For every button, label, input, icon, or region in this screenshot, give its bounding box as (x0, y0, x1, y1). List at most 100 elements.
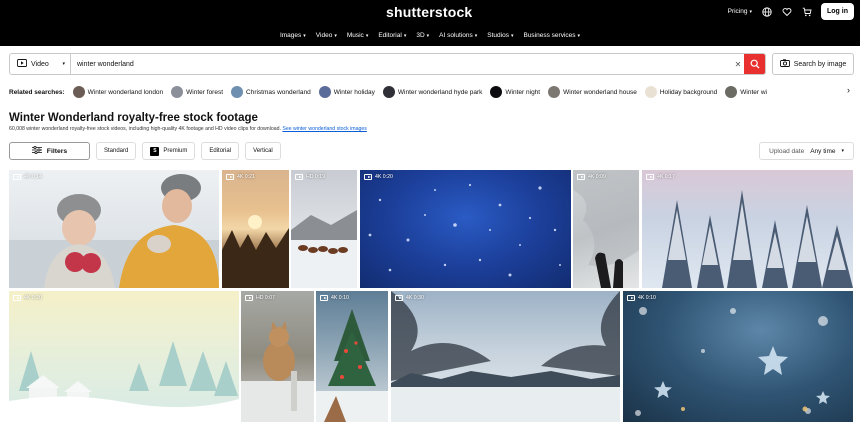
video-icon (646, 174, 654, 180)
media-type-select[interactable]: Video ▾ (10, 54, 71, 74)
video-thumbnail[interactable]: 4K 0:21 (222, 170, 289, 288)
related-searches-label: Related searches: (9, 88, 65, 96)
chip-label: Winter wi (740, 88, 768, 96)
video-thumbnail[interactable]: 4K 0:17 (642, 170, 853, 288)
pricing-menu[interactable]: Pricing ▾ (728, 8, 752, 15)
nav-label: Video (315, 32, 333, 39)
video-thumbnail[interactable]: 4K 0:10 (623, 291, 853, 422)
related-chip[interactable]: Winter wi (725, 86, 767, 98)
login-button[interactable]: Log in (821, 3, 854, 20)
chip-label: Holiday background (659, 88, 718, 96)
related-thumbnail (231, 86, 244, 98)
related-chip[interactable]: Winter wonderland house (548, 86, 637, 98)
related-thumbnail (318, 86, 331, 98)
chevron-down-icon: ▾ (426, 32, 430, 39)
search-box: Video ▾ winter wonderland ✕ (9, 53, 766, 75)
video-icon (627, 295, 635, 301)
duration-badge: 4K 0:17 (646, 174, 675, 180)
duration-text: 4K 0:10 (331, 295, 349, 301)
nav-label: Business services (523, 32, 576, 39)
duration-badge: HD 0:07 (245, 295, 275, 301)
upload-date-select[interactable]: Upload date Any time ▾ (759, 142, 854, 160)
search-by-image-button[interactable]: Search by image (772, 53, 854, 75)
shutterstock-logo[interactable]: shutterstock (386, 4, 472, 20)
nav-label: Images (279, 32, 302, 39)
nav-item-video[interactable]: Video ▾ (311, 32, 342, 39)
chip-label: Christmas wonderland (246, 88, 311, 96)
chevron-down-icon: ▾ (303, 32, 306, 39)
pill-label: Premium (163, 148, 188, 154)
related-chip[interactable]: Winter wonderland london (72, 86, 164, 98)
video-thumbnail[interactable]: HD 0:07 (241, 291, 314, 422)
filter-pill-vertical[interactable]: Vertical (245, 142, 281, 160)
related-searches: Related searches: Winter wonderland lond… (9, 85, 860, 99)
duration-text: HD 0:19 (306, 174, 326, 180)
nav-item-ai-solutions[interactable]: AI solutions ▾ (434, 32, 482, 39)
video-icon (577, 174, 585, 180)
cat-in-snow-thumbnail-art (241, 321, 314, 422)
nav-item-studios[interactable]: Studios ▾ (482, 32, 518, 39)
video-thumbnail[interactable]: 4K 0:10 (316, 291, 388, 422)
top-bar: shutterstock Pricing ▾ Log in Images ▾ Vi… (0, 0, 860, 46)
globe-icon[interactable] (761, 6, 772, 17)
clear-icon[interactable]: ✕ (732, 54, 744, 74)
related-chip[interactable]: Holiday background (644, 86, 718, 98)
nav-item-3d[interactable]: 3D ▾ (411, 32, 434, 39)
stars-bokeh-thumbnail-art (635, 307, 830, 416)
duration-badge: 4K 0:21 (226, 174, 255, 180)
related-chip[interactable]: Winter holiday (318, 86, 375, 98)
nav-label: 3D (416, 32, 425, 39)
related-thumbnail (725, 86, 738, 98)
video-icon (13, 295, 21, 301)
duration-badge: 4K 0:30 (395, 295, 424, 301)
nav-label: AI solutions (439, 32, 473, 39)
filter-pill-standard[interactable]: Standard (96, 142, 137, 160)
video-icon (395, 295, 403, 301)
related-thumbnail (490, 86, 503, 98)
couple-thumbnail-art (9, 174, 219, 288)
related-chip[interactable]: Winter forest (171, 86, 223, 98)
filters-row: Filters Standard S Premium Editorial Vert… (9, 142, 854, 160)
chevron-down-icon: ▾ (510, 32, 514, 39)
nav-item-images[interactable]: Images ▾ (275, 32, 311, 39)
nav-item-music[interactable]: Music ▾ (342, 32, 374, 39)
filter-pill-premium[interactable]: S Premium (142, 142, 196, 160)
cart-icon[interactable] (801, 6, 812, 17)
related-chip[interactable]: Winter wonderland hyde park (382, 86, 482, 98)
duration-badge: 4K 0:09 (577, 174, 606, 180)
upload-date-value: Any time (810, 147, 836, 155)
related-thumbnail (548, 86, 561, 98)
heart-icon[interactable] (781, 6, 792, 17)
nav-item-business-services[interactable]: Business services ▾ (518, 32, 585, 39)
see-stock-images-link[interactable]: See winter wonderland stock images (282, 126, 366, 132)
cartoon-village-thumbnail-art (9, 341, 239, 422)
video-thumbnail[interactable]: 4K 0:20 (360, 170, 571, 288)
snowflakes-thumbnail-art (368, 183, 561, 277)
duration-text: 4K 0:21 (237, 174, 255, 180)
related-chip[interactable]: Winter night (490, 86, 540, 98)
nav-item-editorial[interactable]: Editorial ▾ (373, 32, 411, 39)
related-chip[interactable]: Christmas wonderland (231, 86, 311, 98)
video-thumbnail[interactable]: 4K 0:09 (573, 170, 639, 288)
video-thumbnail[interactable]: 4K 0:14 (9, 170, 219, 288)
chevron-down-icon: ▾ (749, 8, 752, 15)
video-thumbnail[interactable]: HD 0:19 (291, 170, 357, 288)
christmas-tree-thumbnail-art (316, 309, 388, 422)
search-input[interactable]: winter wonderland (71, 54, 732, 74)
reindeer-thumbnail-art (291, 210, 357, 288)
video-thumbnail[interactable]: 4K 0:20 (9, 291, 239, 422)
chip-label: Winter wonderland london (87, 88, 164, 96)
pill-label: Standard (104, 148, 129, 154)
search-row: Video ▾ winter wonderland ✕ Search by im… (9, 53, 854, 75)
chevron-down-icon: ▾ (62, 61, 65, 67)
video-thumbnail[interactable]: 4K 0:30 (391, 291, 620, 422)
chevron-right-icon[interactable]: › (844, 85, 850, 95)
chevron-down-icon: ▾ (841, 148, 844, 154)
filters-button[interactable]: Filters (9, 142, 90, 160)
nav-label: Studios (487, 32, 509, 39)
upload-date-label: Upload date (769, 147, 805, 155)
nav-label: Editorial (378, 32, 402, 39)
sliders-icon (31, 145, 42, 156)
search-button[interactable] (744, 54, 765, 74)
filter-pill-editorial[interactable]: Editorial (201, 142, 240, 160)
